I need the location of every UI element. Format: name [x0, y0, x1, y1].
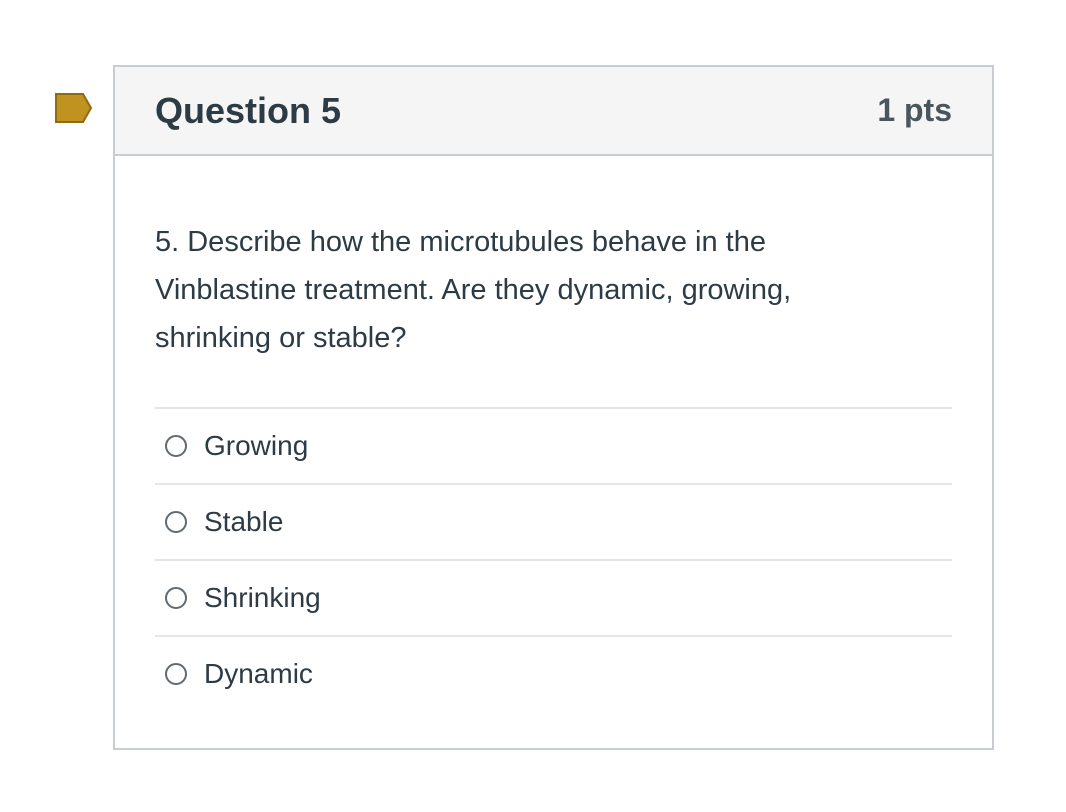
answer-label: Growing — [204, 430, 309, 461]
flag-question-icon[interactable] — [54, 92, 94, 124]
radio-button[interactable] — [165, 587, 187, 609]
radio-button[interactable] — [165, 663, 187, 685]
answer-list: Growing Stable Shrinking Dynamic — [155, 407, 952, 711]
radio-button[interactable] — [165, 435, 187, 457]
radio-button[interactable] — [165, 511, 187, 533]
answer-label: Stable — [204, 506, 284, 537]
answer-option-stable[interactable]: Stable — [155, 485, 952, 561]
question-card: Question 5 1 pts 5. Describe how the mic… — [113, 65, 994, 750]
answer-label: Shrinking — [204, 582, 321, 613]
question-text: 5. Describe how the microtubules behave … — [155, 226, 792, 354]
question-points: 1 pts — [877, 92, 952, 128]
question-header: Question 5 1 pts — [115, 67, 992, 156]
question-body: 5. Describe how the microtubules behave … — [115, 156, 992, 711]
answer-option-dynamic[interactable]: Dynamic — [155, 637, 952, 711]
answer-option-shrinking[interactable]: Shrinking — [155, 561, 952, 637]
answer-label: Dynamic — [204, 658, 313, 689]
answer-option-growing[interactable]: Growing — [155, 409, 952, 485]
question-title: Question 5 — [155, 89, 342, 131]
